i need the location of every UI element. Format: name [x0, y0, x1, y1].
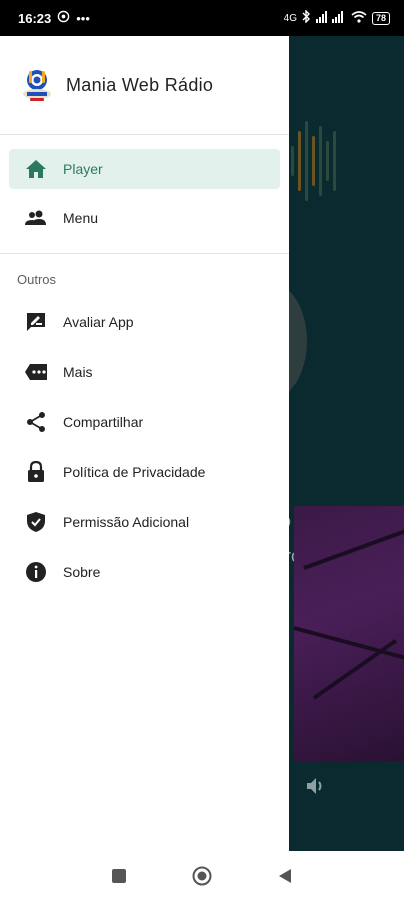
system-navigation-bar — [0, 851, 404, 900]
bluetooth-icon — [302, 9, 311, 26]
background-player-screen[interactable]: o iro — [289, 36, 404, 851]
drawer-header: Mania Web Rádio — [0, 36, 289, 134]
nav-item-avaliar-app[interactable]: Avaliar App — [0, 297, 289, 347]
wifi-icon — [351, 10, 367, 26]
nav-item-menu[interactable]: Menu — [0, 193, 289, 243]
network-type-icon: 4G — [283, 12, 297, 24]
nav-item-label: Menu — [63, 210, 99, 226]
album-art-circle — [289, 281, 307, 401]
nav-item-mais[interactable]: Mais — [0, 347, 289, 397]
nav-item-permissao-adicional[interactable]: Permissão Adicional — [0, 497, 289, 547]
battery-indicator: 78 — [371, 11, 390, 25]
navigation-drawer: Mania Web Rádio Player Menu Outros Avali… — [0, 36, 289, 851]
nav-item-politica-de-privacidade[interactable]: Política de Privacidade — [0, 447, 289, 497]
nav-item-label: Sobre — [63, 564, 101, 580]
section-label-outros: Outros — [17, 272, 57, 287]
nav-item-player[interactable]: Player — [9, 149, 280, 189]
home-icon — [24, 157, 48, 181]
recents-button[interactable] — [112, 868, 126, 883]
rate-review-icon — [24, 310, 48, 334]
info-icon — [24, 560, 48, 584]
nav-item-label: Compartilhar — [63, 414, 144, 430]
nav-item-sobre[interactable]: Sobre — [0, 547, 289, 597]
equalizer-graphic — [291, 121, 336, 201]
volume-icon[interactable] — [305, 776, 327, 802]
nav-item-label: Política de Privacidade — [63, 464, 206, 480]
song-title-text: o — [289, 511, 291, 532]
nav-item-compartilhar[interactable]: Compartilhar — [0, 397, 289, 447]
nav-item-label: Mais — [63, 364, 93, 380]
nav-item-label: Permissão Adicional — [63, 514, 190, 530]
back-button[interactable] — [278, 868, 292, 884]
status-bar: 16:23 ••• 4G 78 — [0, 0, 404, 36]
nav-item-label: Avaliar App — [63, 314, 134, 330]
signal-icon — [315, 10, 346, 26]
lock-icon — [24, 460, 48, 484]
app-title: Mania Web Rádio — [66, 74, 214, 95]
nav-item-label: Player — [63, 161, 103, 177]
app-logo — [20, 67, 54, 103]
shield-check-icon — [24, 510, 48, 534]
people-icon — [24, 206, 48, 230]
background-artwork — [293, 506, 404, 761]
status-time: 16:23 — [18, 10, 52, 26]
home-button[interactable] — [192, 866, 212, 886]
more-label-icon — [24, 360, 48, 384]
more-notifications-icon: ••• — [76, 10, 90, 26]
share-icon — [24, 410, 48, 434]
whatsapp-icon — [57, 10, 70, 26]
